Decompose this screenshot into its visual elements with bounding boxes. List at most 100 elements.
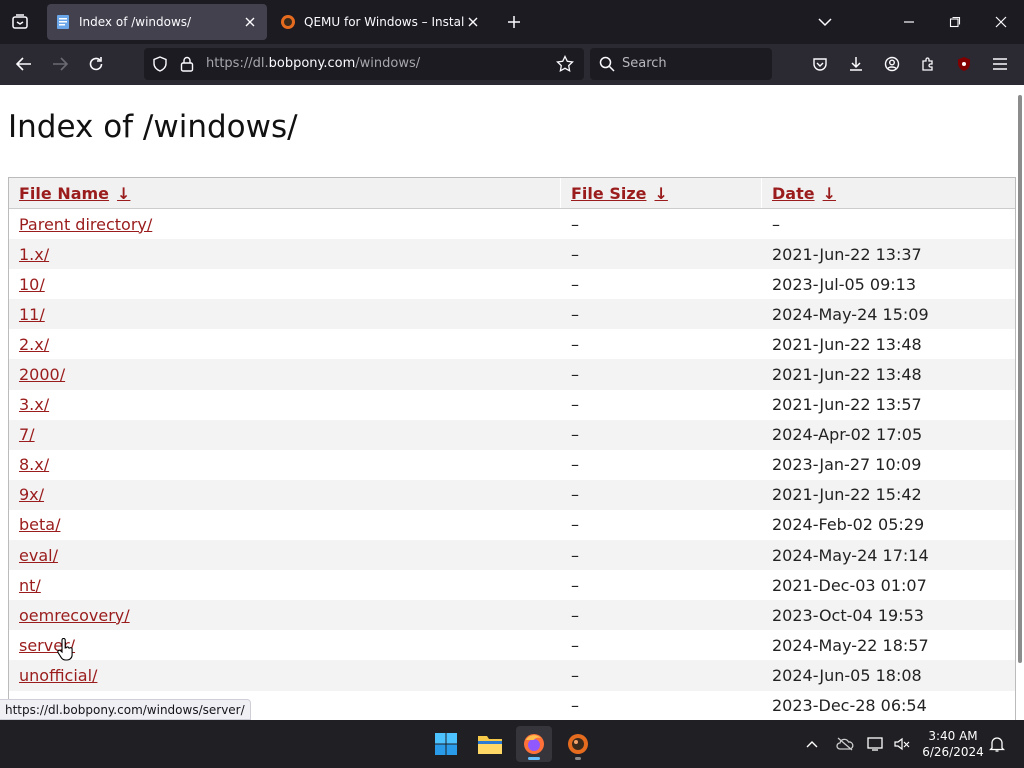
url-prefix: https://dl. <box>206 56 269 71</box>
date-cell: – <box>772 214 780 234</box>
directory-link[interactable]: oemrecovery/ <box>19 606 130 625</box>
menu-hamburger-icon[interactable] <box>986 50 1014 78</box>
tab-title: QEMU for Windows – Installers <box>304 15 464 29</box>
start-windows-icon[interactable] <box>428 726 464 762</box>
tab-list-icon[interactable] <box>6 8 34 36</box>
page-title: Index of /windows/ <box>8 109 298 145</box>
table-row: 1.x/ – 2021-Jun-22 13:37 <box>9 239 1015 270</box>
file-name-cell: eval/ <box>9 546 561 565</box>
file-name-cell: 2000/ <box>9 365 561 384</box>
list-all-tabs-icon[interactable] <box>811 8 839 36</box>
lock-icon[interactable] <box>180 56 194 72</box>
file-size-cell: – <box>571 575 579 595</box>
forward-icon[interactable] <box>46 50 74 78</box>
minimize-icon[interactable] <box>895 8 923 36</box>
qemu-taskbar-icon[interactable] <box>560 726 596 762</box>
taskbar-clock[interactable]: 3:40 AM 6/26/2024 <box>918 728 988 760</box>
tracking-protection-shield-icon[interactable] <box>152 56 168 72</box>
date-cell: 2024-May-22 18:57 <box>772 635 929 655</box>
hand-cursor-icon <box>57 638 73 661</box>
date-cell: 2021-Jun-22 13:48 <box>772 365 922 385</box>
onedrive-offline-icon[interactable] <box>833 732 857 756</box>
search-placeholder: Search <box>622 56 667 71</box>
account-icon[interactable] <box>878 50 906 78</box>
file-size-cell: – <box>571 274 579 294</box>
downloads-icon[interactable] <box>842 50 870 78</box>
date-cell: 2024-Jun-05 18:08 <box>772 665 922 685</box>
date-cell: 2021-Jun-22 15:42 <box>772 485 922 505</box>
file-explorer-icon[interactable] <box>472 726 508 762</box>
sort-by-date[interactable]: Date ↓ <box>762 178 1015 208</box>
back-icon[interactable] <box>10 50 38 78</box>
close-window-icon[interactable] <box>987 8 1015 36</box>
directory-link[interactable]: 3.x/ <box>19 395 49 414</box>
file-size-cell: – <box>571 485 579 505</box>
file-name-cell: beta/ <box>9 515 561 534</box>
directory-link[interactable]: 1.x/ <box>19 245 49 264</box>
sort-by-file-size[interactable]: File Size ↓ <box>561 178 762 208</box>
date-cell: 2023-Oct-04 19:53 <box>772 605 924 625</box>
directory-link[interactable]: Parent directory/ <box>19 215 152 234</box>
table-row: beta/ – 2024-Feb-02 05:29 <box>9 510 1015 540</box>
tab-qemu[interactable]: QEMU for Windows – Installers <box>272 4 490 40</box>
directory-link[interactable]: 8.x/ <box>19 455 49 474</box>
qemu-favicon-icon <box>281 15 295 29</box>
file-name-cell: 2.x/ <box>9 335 561 354</box>
extensions-icon[interactable] <box>914 50 942 78</box>
page-content: Index of /windows/ File Name ↓ File Size ↓… <box>0 85 1024 720</box>
firefox-taskbar-icon[interactable] <box>516 726 552 762</box>
show-hidden-icons-chevron-icon[interactable] <box>800 732 824 756</box>
table-row: 7/ – 2024-Apr-02 17:05 <box>9 419 1015 450</box>
close-tab-icon[interactable] <box>241 13 259 31</box>
date-cell: 2024-Apr-02 17:05 <box>772 425 923 445</box>
sort-arrow-icon: ↓ <box>117 183 131 203</box>
directory-link[interactable]: beta/ <box>19 515 60 534</box>
directory-link[interactable]: 10/ <box>19 275 45 294</box>
new-tab-icon[interactable] <box>502 10 526 34</box>
directory-link[interactable]: eval/ <box>19 546 58 565</box>
file-name-cell: 11/ <box>9 305 561 324</box>
date-cell: 2021-Jun-22 13:57 <box>772 395 922 415</box>
directory-link[interactable]: 11/ <box>19 305 45 324</box>
pocket-icon[interactable] <box>806 50 834 78</box>
active-app-indicator <box>528 757 540 760</box>
directory-link[interactable]: nt/ <box>19 576 41 595</box>
url-text[interactable]: https://dl.bobpony.com/windows/ <box>206 56 420 71</box>
ublock-origin-icon[interactable] <box>950 50 978 78</box>
sort-arrow-icon: ↓ <box>822 183 836 203</box>
directory-link[interactable]: 2.x/ <box>19 335 49 354</box>
search-bar[interactable]: Search <box>590 48 772 80</box>
address-bar[interactable]: https://dl.bobpony.com/windows/ <box>144 48 584 80</box>
network-icon[interactable] <box>864 732 888 756</box>
date-cell: 2024-May-24 15:09 <box>772 304 929 324</box>
directory-link[interactable]: 2000/ <box>19 365 65 384</box>
file-name-cell: 10/ <box>9 275 561 294</box>
file-size-cell: – <box>571 635 579 655</box>
search-icon <box>599 56 615 72</box>
page-scrollbar[interactable] <box>1018 95 1022 663</box>
table-header: File Name ↓ File Size ↓ Date ↓ <box>9 178 1015 209</box>
tab-index-windows[interactable]: Index of /windows/ <box>47 4 267 40</box>
reload-icon[interactable] <box>82 50 110 78</box>
restore-icon[interactable] <box>941 8 969 36</box>
file-size-cell: – <box>571 334 579 354</box>
date-cell: 2021-Jun-22 13:48 <box>772 334 922 354</box>
bookmark-star-icon[interactable] <box>556 55 574 73</box>
running-app-indicator <box>575 757 581 760</box>
sort-arrow-icon: ↓ <box>654 183 668 203</box>
directory-link[interactable]: unofficial/ <box>19 666 97 685</box>
table-row: 10/ – 2023-Jul-05 09:13 <box>9 269 1015 299</box>
column-name-label: File Name <box>19 183 110 203</box>
file-name-cell: nt/ <box>9 576 561 595</box>
clock-date: 6/26/2024 <box>922 745 984 759</box>
file-name-cell: Parent directory/ <box>9 215 561 234</box>
close-tab-icon[interactable] <box>464 13 482 31</box>
date-cell: 2021-Jun-22 13:37 <box>772 244 922 264</box>
directory-link[interactable]: 7/ <box>19 425 35 444</box>
notifications-bell-icon[interactable] <box>985 732 1009 756</box>
url-domain: bobpony.com <box>268 56 356 71</box>
table-row: 9x/ – 2021-Jun-22 15:42 <box>9 479 1015 510</box>
volume-muted-icon[interactable] <box>890 732 914 756</box>
sort-by-file-name[interactable]: File Name ↓ <box>9 178 561 208</box>
directory-link[interactable]: 9x/ <box>19 485 44 504</box>
